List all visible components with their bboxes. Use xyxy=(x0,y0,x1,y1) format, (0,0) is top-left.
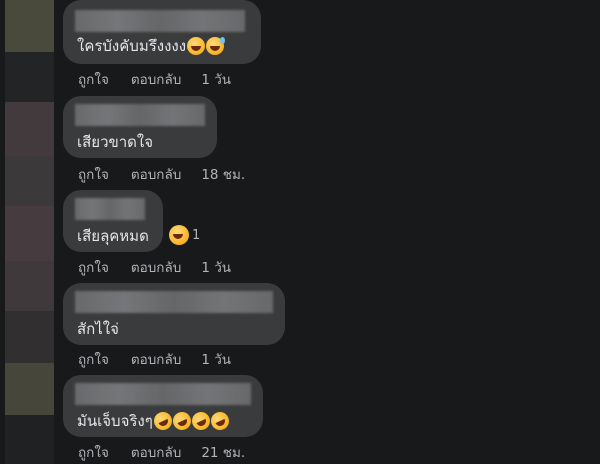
commenter-name-blurred[interactable] xyxy=(75,198,145,220)
comment-bubble: มันเจ็บจริงๆ xyxy=(63,375,263,437)
reply-button[interactable]: ตอบกลับ xyxy=(131,163,181,185)
avatar-column xyxy=(5,0,54,464)
comment-text: สักไใจ่ xyxy=(77,317,119,341)
comment-actions: ถูกใจ ตอบกลับ 18 ชม. xyxy=(78,163,245,185)
reaction-badge[interactable]: 1 xyxy=(168,225,200,245)
timestamp[interactable]: 18 ชม. xyxy=(201,163,245,185)
comment-bubble: ใครบังคับมรึงงงง xyxy=(63,0,261,64)
commenter-name-blurred[interactable] xyxy=(75,383,251,405)
comment-text-body: สักไใจ่ xyxy=(77,320,119,338)
comment-actions: ถูกใจ ตอบกลับ 1 วัน xyxy=(78,348,231,370)
haha-face-icon xyxy=(169,225,189,245)
avatar[interactable] xyxy=(5,206,54,261)
timestamp[interactable]: 1 วัน xyxy=(201,68,231,90)
timestamp[interactable]: 1 วัน xyxy=(201,256,231,278)
like-button[interactable]: ถูกใจ xyxy=(78,348,109,370)
like-button[interactable]: ถูกใจ xyxy=(78,163,109,185)
comment-bubble: เสียลุคหมด xyxy=(63,190,163,252)
reply-button[interactable]: ตอบกลับ xyxy=(131,256,181,278)
comment-bubble: เสียวขาดใจ xyxy=(63,96,217,158)
comment-text-body: มันเจ็บจริงๆ xyxy=(77,412,153,430)
rolling-laughing-face-icon xyxy=(169,409,194,433)
timestamp[interactable]: 21 ชม. xyxy=(201,441,245,463)
grinning-sweat-face-icon xyxy=(206,37,226,55)
avatar[interactable] xyxy=(5,311,54,363)
comment-actions: ถูกใจ ตอบกลับ 21 ชม. xyxy=(78,441,245,463)
reply-button[interactable]: ตอบกลับ xyxy=(131,441,181,463)
avatar[interactable] xyxy=(5,0,54,52)
commenter-name-blurred[interactable] xyxy=(75,291,273,313)
rolling-laughing-face-icon xyxy=(188,409,213,433)
comment-text: ใครบังคับมรึงงงง xyxy=(77,34,226,58)
comment-text: เสียลุคหมด xyxy=(77,224,149,248)
comment-text-body: เสียวขาดใจ xyxy=(77,133,154,151)
comment-text-body: เสียลุคหมด xyxy=(77,227,149,245)
reply-button[interactable]: ตอบกลับ xyxy=(131,348,181,370)
rolling-laughing-face-icon xyxy=(150,409,175,433)
comment-bubble: สักไใจ่ xyxy=(63,283,285,345)
commenter-name-blurred[interactable] xyxy=(75,104,205,126)
comment-text: มันเจ็บจริงๆ xyxy=(77,409,232,433)
like-button[interactable]: ถูกใจ xyxy=(78,256,109,278)
commenter-name-blurred[interactable] xyxy=(75,10,245,32)
timestamp[interactable]: 1 วัน xyxy=(201,348,231,370)
like-button[interactable]: ถูกใจ xyxy=(78,68,109,90)
comment-actions: ถูกใจ ตอบกลับ 1 วัน xyxy=(78,68,231,90)
grinning-squinting-face-icon xyxy=(187,37,206,55)
comment-text: เสียวขาดใจ xyxy=(77,130,153,154)
comment-text-body: ใครบังคับมรึงงงง xyxy=(77,37,187,55)
like-button[interactable]: ถูกใจ xyxy=(78,441,109,463)
avatar[interactable] xyxy=(5,102,54,156)
reaction-count: 1 xyxy=(192,227,201,243)
comment-actions: ถูกใจ ตอบกลับ 1 วัน xyxy=(78,256,231,278)
rolling-laughing-face-icon xyxy=(207,409,232,433)
reply-button[interactable]: ตอบกลับ xyxy=(131,68,181,90)
